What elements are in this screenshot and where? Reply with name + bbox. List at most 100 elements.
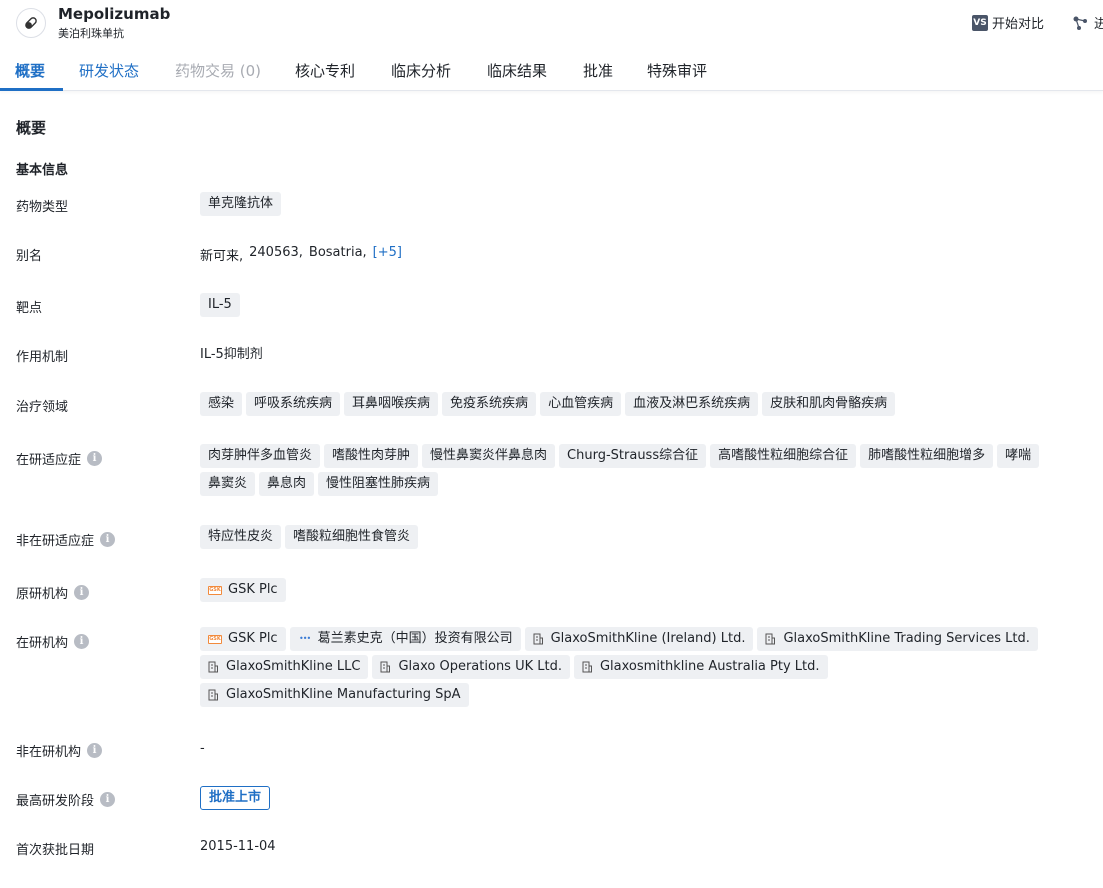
tab-special-review[interactable]: 特殊审评 [647,60,707,81]
indication-tag[interactable]: 鼻窦炎 [200,472,256,496]
active-indications-label: 在研适应症 i [16,449,103,468]
indication-tag[interactable]: 鼻息肉 [259,472,315,496]
phase-badge[interactable]: 批准上市 [200,786,271,810]
target-value: IL-5 [200,293,1080,321]
indication-tag[interactable]: 嗜酸粒细胞性食管炎 [285,525,419,549]
org-tag[interactable]: ••• 葛兰素史克（中国）投资有限公司 [289,627,521,651]
target-tag[interactable]: IL-5 [200,293,240,317]
indication-tag[interactable]: 哮喘 [997,444,1040,468]
first-approval-date: 2015-11-04 [200,839,276,854]
active-tab-indicator [0,88,63,91]
tab-clinical-results[interactable]: 临床结果 [487,60,547,81]
drug-name-cn: 美泊利珠单抗 [58,27,124,40]
building-icon [380,661,391,673]
org-tag[interactable]: GlaxoSmithKline Manufacturing SpA [200,683,469,707]
alias-value: 新可来, 240563, Bosatria, [+5] [200,245,1080,264]
active-orgs-tags: GSK GSK Plc ••• 葛兰素史克（中国）投资有限公司 GlaxoSmi… [200,627,1080,711]
indication-tag[interactable]: 嗜酸性肉芽肿 [324,444,419,468]
therapy-area-tag[interactable]: 免疫系统疾病 [442,392,537,416]
indication-tag[interactable]: 肺嗜酸性粒细胞增多 [860,444,994,468]
gsk-logo-icon: GSK [208,634,222,644]
mechanism-text: IL-5抑制剂 [200,347,263,362]
alias-item: 240563, [249,245,303,260]
indication-tag[interactable]: 高嗜酸性粒细胞综合征 [710,444,857,468]
therapy-area-tag[interactable]: 皮肤和肌肉骨骼疾病 [762,392,896,416]
highest-phase-value: 批准上市 [200,786,1080,810]
first-approval-label: 首次获批日期 [16,843,95,858]
org-name: GlaxoSmithKline (Ireland) Ltd. [550,631,746,646]
org-tag[interactable]: GlaxoSmithKline Trading Services Ltd. [757,627,1038,651]
originator-label: 原研机构 i [16,583,90,602]
org-tag[interactable]: GSK GSK Plc [200,627,286,651]
info-icon[interactable]: i [87,451,103,466]
network-icon [1073,16,1087,30]
section-title: 概要 [16,119,47,137]
inactive-orgs-label: 非在研机构 i [16,741,103,760]
inactive-orgs-value: - [200,741,1080,756]
therapy-area-tag[interactable]: 血液及淋巴系统疾病 [625,392,759,416]
org-tag[interactable]: GlaxoSmithKline LLC [200,655,369,679]
org-name: Glaxo Operations UK Ltd. [398,659,562,674]
indication-tag[interactable]: 慢性阻塞性肺疾病 [318,472,439,496]
compare-button[interactable]: VS 开始对比 [972,13,1044,32]
building-icon [208,661,218,673]
target-label: 靶点 [16,301,43,316]
info-icon[interactable]: i [87,743,103,758]
building-icon [582,661,592,673]
org-tag[interactable]: GlaxoSmithKline (Ireland) Ltd. [524,627,754,651]
network-label: 进 [1094,17,1103,32]
tab-rd-status[interactable]: 研发状态 [79,60,139,81]
info-icon[interactable]: i [74,634,90,649]
tab-approval[interactable]: 批准 [583,60,613,81]
building-icon [765,633,776,645]
org-name: GSK Plc [228,631,278,646]
indication-tag[interactable]: 肉芽肿伴多血管炎 [200,444,321,468]
inactive-orgs-text: - [200,741,205,756]
tab-core-patents[interactable]: 核心专利 [295,60,355,81]
mechanism-label: 作用机制 [16,350,69,365]
basic-info-title: 基本信息 [16,163,69,178]
pill-icon [16,8,46,38]
drug-name: Mepolizumab [58,5,171,23]
tab-clinical-analysis[interactable]: 临床分析 [391,60,451,81]
tab-overview[interactable]: 概要 [15,60,45,81]
drug-header: Mepolizumab 美泊利珠单抗 VS 开始对比 进 [0,0,1103,50]
indication-tag[interactable]: 特应性皮炎 [200,525,282,549]
network-button[interactable]: 进 [1072,13,1103,32]
org-tag[interactable]: GSK GSK Plc [200,578,286,602]
inactive-indications-label: 非在研适应症 i [16,530,116,549]
org-name: GSK Plc [228,582,278,597]
building-icon [533,633,543,645]
tab-drug-deals[interactable]: 药物交易 (0) [175,60,261,81]
vs-icon: VS [972,14,988,31]
therapy-area-tag[interactable]: 感染 [200,392,243,416]
indication-tag[interactable]: Churg-Strauss综合征 [559,444,707,468]
org-name: GlaxoSmithKline Trading Services Ltd. [783,631,1030,646]
tab-bar: 概要 研发状态 药物交易 (0) 核心专利 临床分析 临床结果 批准 特殊审评 [0,50,1103,91]
indication-tag[interactable]: 慢性鼻窦炎伴鼻息肉 [422,444,556,468]
mechanism-value: IL-5抑制剂 [200,343,1080,362]
therapy-area-tag[interactable]: 耳鼻咽喉疾病 [344,392,439,416]
active-indications-tags: 肉芽肿伴多血管炎 嗜酸性肉芽肿 慢性鼻窦炎伴鼻息肉 Churg-Strauss综… [200,444,1080,500]
alias-item: 新可来, [200,249,244,264]
dots-logo-icon: ••• [299,634,311,643]
therapy-area-tag[interactable]: 心血管疾病 [540,392,622,416]
info-icon[interactable]: i [100,792,116,807]
org-name: 葛兰素史克（中国）投资有限公司 [317,631,513,646]
alias-label: 别名 [16,249,43,264]
drug-type-tag[interactable]: 单克隆抗体 [200,192,282,216]
org-tag[interactable]: Glaxosmithkline Australia Pty Ltd. [573,655,828,679]
building-icon [208,689,218,701]
therapy-area-label: 治疗领域 [16,400,69,415]
alias-more-link[interactable]: [+5] [373,245,402,264]
info-icon[interactable]: i [100,532,116,547]
highest-phase-label: 最高研发阶段 i [16,790,116,809]
org-name: Glaxosmithkline Australia Pty Ltd. [599,659,820,674]
org-tag[interactable]: Glaxo Operations UK Ltd. [372,655,570,679]
drug-type-value: 单克隆抗体 [200,192,1080,220]
therapy-area-tag[interactable]: 呼吸系统疾病 [246,392,341,416]
drug-type-label: 药物类型 [16,200,69,215]
info-icon[interactable]: i [74,585,90,600]
originator-value: GSK GSK Plc [200,578,1080,606]
inactive-indications-tags: 特应性皮炎 嗜酸粒细胞性食管炎 [200,525,1080,553]
